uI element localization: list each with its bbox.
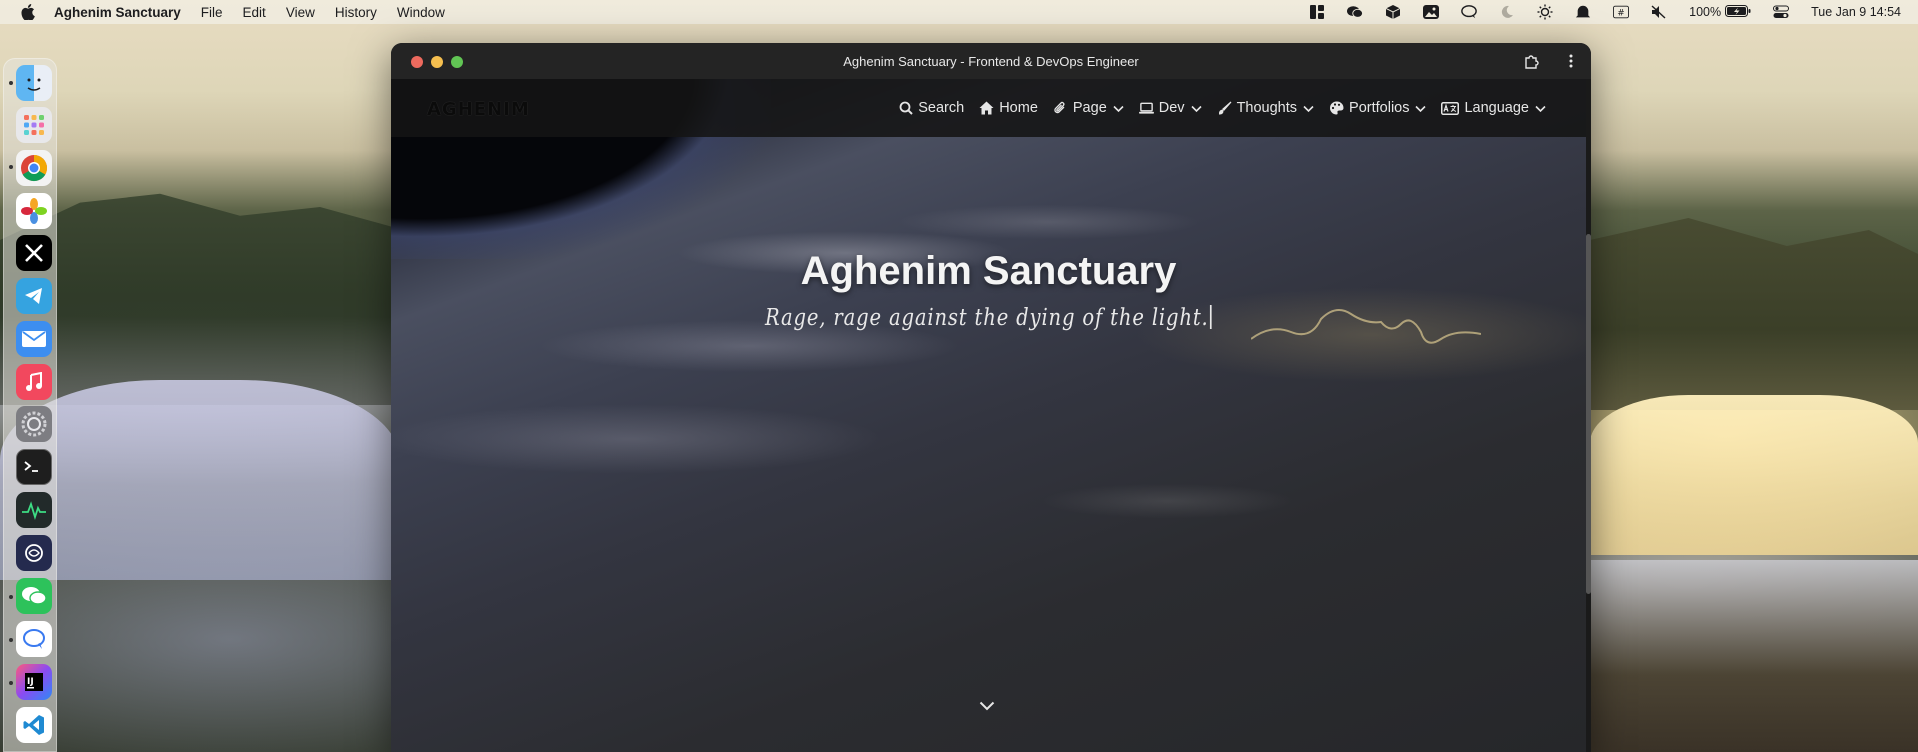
nav-search[interactable]: Search <box>898 97 964 119</box>
browser-window: Aghenim Sanctuary - Frontend & DevOps En… <box>391 43 1591 752</box>
terminal-icon[interactable] <box>16 449 52 485</box>
chrome-icon[interactable] <box>16 150 52 186</box>
palette-icon <box>1329 101 1344 116</box>
menu-bar: Aghenim Sanctuary File Edit View History… <box>0 0 1918 24</box>
menu-window[interactable]: Window <box>397 5 445 20</box>
running-indicator <box>9 595 13 599</box>
activity-monitor-icon[interactable] <box>16 492 52 528</box>
nav-page[interactable]: Page <box>1053 97 1124 119</box>
menu-file[interactable]: File <box>201 5 223 20</box>
nav-home-label: Home <box>999 100 1038 116</box>
wallpaper-hills-left <box>0 193 400 405</box>
launchpad-icon[interactable] <box>16 107 52 143</box>
scrollbar-thumb[interactable] <box>1586 234 1591 594</box>
wallpaper-fog-right <box>1590 395 1918 555</box>
page-content: AGHENIM Search Home Page Dev Thoughts Po… <box>391 79 1586 752</box>
control-center-icon[interactable] <box>1773 5 1790 19</box>
nav-page-label: Page <box>1072 100 1107 116</box>
window-title: Aghenim Sanctuary - Frontend & DevOps En… <box>843 54 1139 69</box>
battery-status[interactable]: 100% <box>1689 4 1751 20</box>
nav-thoughts-label: Thoughts <box>1236 100 1298 116</box>
nav-portfolios[interactable]: Portfolios <box>1329 97 1427 119</box>
chat-icon[interactable] <box>1461 5 1477 19</box>
mute-icon[interactable] <box>1651 5 1667 19</box>
menu-view[interactable]: View <box>286 5 315 20</box>
search-icon <box>898 101 913 116</box>
nav-language-label: Language <box>1464 100 1529 116</box>
widgets-icon[interactable] <box>1309 5 1325 19</box>
wallpaper-hills-right <box>1590 218 1918 410</box>
running-indicator <box>9 81 13 85</box>
page-scrollbar[interactable] <box>1586 79 1591 752</box>
wallpaper-fog-left <box>0 380 400 580</box>
extensions-icon[interactable] <box>1524 53 1540 69</box>
hero-subtitle: Rage, rage against the dying of the ligh… <box>481 305 1497 331</box>
vscode-icon[interactable] <box>16 707 52 743</box>
more-menu-icon[interactable] <box>1563 53 1579 69</box>
mail-icon[interactable] <box>16 321 52 357</box>
language-icon <box>1441 101 1460 116</box>
svg-text:IJ: IJ <box>27 677 34 687</box>
battery-icon <box>1725 4 1751 20</box>
telegram-icon[interactable] <box>16 278 52 314</box>
finder-icon[interactable] <box>16 65 52 101</box>
site-navbar: AGHENIM Search Home Page Dev Thoughts Po… <box>391 79 1586 137</box>
paperclip-icon <box>1053 101 1068 116</box>
running-indicator <box>9 165 13 169</box>
chevron-down-icon <box>1415 103 1427 114</box>
package-icon[interactable] <box>1385 5 1401 19</box>
typing-cursor <box>1210 305 1212 329</box>
hero-title: Aghenim Sanctuary <box>800 249 1177 293</box>
music-icon[interactable] <box>16 364 52 400</box>
scroll-down-chevron-icon[interactable] <box>979 700 995 712</box>
chat-icon[interactable] <box>16 621 52 657</box>
hero-subtitle-text: Rage, rage against the dying of the ligh… <box>764 305 1209 331</box>
site-nav: Search Home Page Dev Thoughts Portfolios… <box>883 97 1546 119</box>
running-indicator <box>9 681 13 685</box>
system-settings-icon[interactable] <box>16 406 52 442</box>
moon-icon[interactable] <box>1499 5 1515 19</box>
laptop-icon <box>1138 101 1154 116</box>
brush-icon <box>1217 101 1232 116</box>
home-icon <box>979 101 994 116</box>
wechat-icon[interactable] <box>16 578 52 614</box>
dock: IJ <box>3 58 57 752</box>
chevron-down-icon <box>1113 103 1124 114</box>
svg-text:#: # <box>1617 9 1624 19</box>
nav-home[interactable]: Home <box>979 97 1038 119</box>
active-app-name[interactable]: Aghenim Sanctuary <box>54 5 181 20</box>
chevron-down-icon <box>1535 103 1546 114</box>
brightness-icon[interactable] <box>1537 4 1553 20</box>
chevron-down-icon <box>1190 103 1202 114</box>
window-titlebar[interactable]: Aghenim Sanctuary - Frontend & DevOps En… <box>391 43 1591 79</box>
menu-clock[interactable]: Tue Jan 9 14:54 <box>1811 5 1901 19</box>
x-icon[interactable] <box>16 235 52 271</box>
photo-icon[interactable] <box>1423 5 1440 19</box>
apple-icon[interactable] <box>20 4 36 20</box>
nav-dev-label: Dev <box>1158 100 1185 116</box>
intellij-icon[interactable]: IJ <box>16 664 52 700</box>
wechat-icon[interactable] <box>1347 5 1364 19</box>
menu-history[interactable]: History <box>335 5 377 20</box>
nav-search-label: Search <box>918 100 965 116</box>
nav-language[interactable]: Language <box>1441 97 1546 119</box>
running-indicator <box>9 638 13 642</box>
photos-icon[interactable] <box>16 193 52 229</box>
menu-edit[interactable]: Edit <box>243 5 266 20</box>
hashtag-icon[interactable]: # <box>1613 5 1630 19</box>
notification-icon[interactable] <box>1575 5 1591 19</box>
wallpaper-ground-right <box>1590 560 1918 752</box>
battery-percent: 100% <box>1689 5 1722 19</box>
hero-cloud-texture <box>391 129 1586 749</box>
nav-portfolios-label: Portfolios <box>1349 100 1410 116</box>
nav-dev[interactable]: Dev <box>1138 97 1202 119</box>
chatgpt-icon[interactable] <box>16 535 52 571</box>
site-logo[interactable]: AGHENIM <box>427 99 530 120</box>
chevron-down-icon <box>1303 103 1314 114</box>
nav-thoughts[interactable]: Thoughts <box>1217 97 1314 119</box>
